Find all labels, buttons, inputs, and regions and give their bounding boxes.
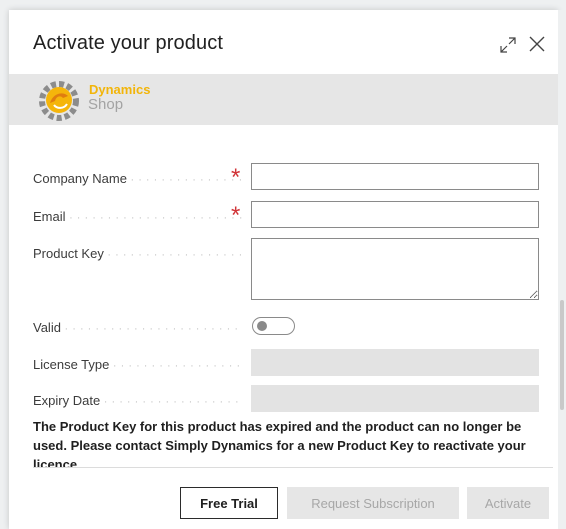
license-type-field: [251, 349, 539, 376]
expand-icon[interactable]: [499, 36, 517, 54]
activate-button[interactable]: Activate: [467, 487, 549, 519]
dynamics-shop-logo: Dynamics Shop: [37, 79, 177, 121]
expired-key-message: The Product Key for this product has exp…: [33, 419, 526, 467]
request-subscription-button[interactable]: Request Subscription: [287, 487, 459, 519]
logo-gear-icon: [39, 81, 79, 121]
valid-label: Valid: [33, 320, 243, 335]
toggle-knob: [257, 321, 267, 331]
free-trial-button[interactable]: Free Trial: [180, 487, 278, 519]
activate-product-dialog: Activate your product Dynamics Shop Comp…: [9, 10, 558, 529]
required-marker: *: [231, 202, 241, 229]
expiry-date-label: Expiry Date: [33, 393, 243, 408]
brand-banner: Dynamics Shop: [9, 74, 558, 125]
page-scrollbar[interactable]: [558, 10, 566, 529]
scrollbar-thumb[interactable]: [560, 300, 564, 410]
product-key-label: Product Key: [33, 246, 243, 261]
expiry-date-field: [251, 385, 539, 412]
company-name-label: Company Name: [33, 171, 243, 186]
company-name-input[interactable]: [251, 163, 539, 190]
license-type-label: License Type: [33, 357, 243, 372]
divider: [33, 467, 553, 468]
dialog-title: Activate your product: [33, 32, 223, 54]
product-key-input[interactable]: [251, 238, 539, 300]
close-icon[interactable]: [527, 34, 547, 54]
logo-sub-text: Shop: [88, 96, 124, 113]
dialog-title-bar: Activate your product: [9, 10, 558, 74]
email-input[interactable]: [251, 201, 539, 228]
valid-toggle[interactable]: [252, 317, 295, 335]
required-marker: *: [231, 164, 241, 191]
logo-brand-text: Dynamics: [89, 82, 151, 97]
email-label: Email: [33, 209, 243, 224]
